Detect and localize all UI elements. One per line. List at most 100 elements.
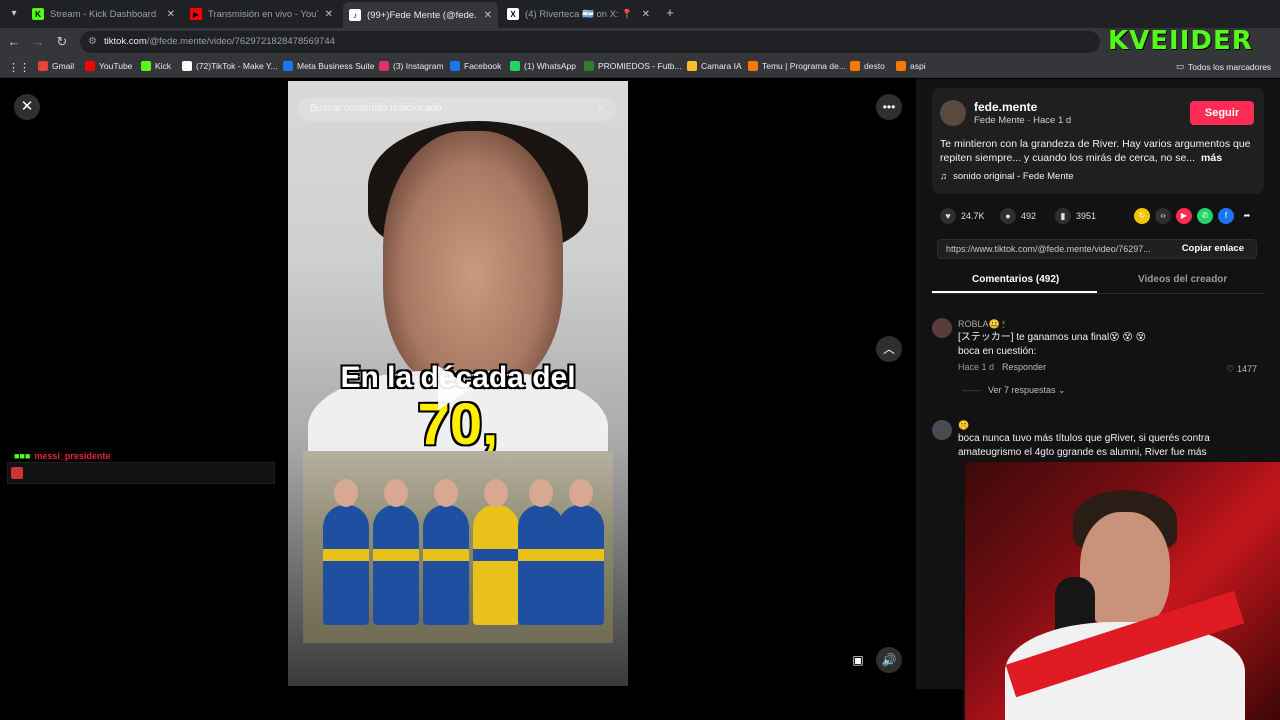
bookmark-item[interactable]: Camara IA	[687, 61, 742, 71]
like-button[interactable]: ♥ 24.7K	[940, 208, 985, 224]
bookmark-item[interactable]: desto	[850, 61, 885, 71]
browser-tab-strip: ▾ K Stream - Kick Dashboard ✕ ▶ Transmisión …	[0, 0, 1280, 28]
tab-close-icon[interactable]: ✕	[167, 9, 175, 20]
bookmark-item[interactable]: YouTube	[85, 61, 132, 71]
reply-link[interactable]: Responder	[1002, 362, 1046, 372]
forward-icon[interactable]: →	[30, 34, 46, 50]
post-link[interactable]: https://www.tiktok.com/@fede.mente/video…	[946, 244, 1172, 254]
author-avatar[interactable]	[940, 100, 966, 126]
repost-icon[interactable]: ↻	[1134, 208, 1150, 224]
tab-title: (99+)Fede Mente (@fede.mente	[367, 9, 477, 21]
tab-creator-videos[interactable]: Videos del creador	[1138, 274, 1227, 285]
bookmark-label: Camara IA	[701, 61, 742, 71]
bookmark-favicon-icon	[748, 61, 758, 71]
follow-button[interactable]: Seguir	[1190, 101, 1254, 125]
search-icon[interactable]: ⌕	[598, 102, 604, 113]
bookmark-item[interactable]: Meta Business Suite	[283, 61, 374, 71]
tab-title: Stream - Kick Dashboard	[50, 8, 157, 20]
whatsapp-icon[interactable]: ✆	[1197, 208, 1213, 224]
bookmark-item[interactable]: PROMIEDOS - Futb...	[584, 61, 682, 71]
author-subtitle: Fede Mente · Hace 1 d	[974, 115, 1072, 126]
bookmark-label: aspi	[910, 61, 926, 71]
commenter-avatar[interactable]	[932, 420, 952, 440]
active-tab-indicator	[932, 291, 1097, 293]
bookmark-label: (1) WhatsApp	[524, 61, 576, 71]
browser-tab[interactable]: K Stream - Kick Dashboard ✕	[26, 4, 181, 24]
new-tab-button[interactable]: +	[662, 5, 678, 21]
bookmark-item[interactable]: Gmail	[38, 61, 74, 71]
bookmark-label: Temu | Programa de...	[762, 61, 846, 71]
reload-icon[interactable]: ↻	[54, 34, 70, 50]
bookmark-favicon-icon	[450, 61, 460, 71]
bookmark-item[interactable]: (1) WhatsApp	[510, 61, 576, 71]
tab-comments[interactable]: Comentarios (492)	[972, 274, 1059, 285]
more-link[interactable]: más	[1201, 152, 1222, 164]
commenter-avatar[interactable]	[932, 318, 952, 338]
back-icon[interactable]: ←	[6, 34, 22, 50]
facebook-icon[interactable]: f	[1218, 208, 1234, 224]
browser-tab[interactable]: X (4) Riverteca 🇦🇷 on X: 📍 Otro ✕	[501, 4, 656, 24]
browser-tab[interactable]: ▶ Transmisión en vivo - YouTube ✕	[184, 4, 339, 24]
tab-favicon-icon: ♪	[349, 9, 361, 21]
tab-search-icon[interactable]: ▾	[6, 6, 22, 22]
team-photo	[303, 451, 613, 643]
play-icon[interactable]	[438, 366, 472, 410]
comment-meta: Hace 1 d Responder	[958, 362, 1047, 372]
save-button[interactable]: ▮ 3951	[1055, 208, 1096, 224]
bottom-bar	[0, 689, 963, 720]
browser-tab[interactable]: ♪ (99+)Fede Mente (@fede.mente ✕	[343, 2, 498, 28]
share-icon[interactable]: ➦	[1239, 208, 1255, 224]
embed-icon[interactable]: ‹›	[1155, 208, 1171, 224]
heart-outline-icon: ♡	[1226, 364, 1237, 374]
bookmark-item[interactable]: Temu | Programa de...	[748, 61, 846, 71]
address-bar[interactable]: ⚙ tiktok.com/@fede.mente/video/762972182…	[80, 31, 1100, 53]
view-replies-link[interactable]: —— Ver 7 respuestas ⌄	[962, 385, 1066, 396]
comment-username[interactable]: 🤫	[958, 420, 969, 431]
apps-icon[interactable]: ⋮⋮	[8, 61, 30, 74]
comment-text-line: amateugrismo el 4gto ggrande es alumni, …	[958, 447, 1207, 458]
tab-close-icon[interactable]: ✕	[642, 9, 650, 20]
comment-icon: ●	[1000, 208, 1016, 224]
all-bookmarks-button[interactable]: ▭ Todos los marcadores	[1176, 61, 1271, 72]
tab-close-icon[interactable]: ✕	[325, 9, 333, 20]
bookmark-favicon-icon	[141, 61, 151, 71]
bookmark-label: Kick	[155, 61, 172, 71]
bookmark-item[interactable]: (72)TikTok - Make Y...	[182, 61, 278, 71]
bookmark-item[interactable]: aspi	[896, 61, 926, 71]
tab-close-icon[interactable]: ✕	[484, 10, 492, 21]
video-player[interactable]: Buscar contenido relacionado ⌕ En la déc…	[288, 81, 628, 686]
more-options-icon[interactable]: •••	[876, 94, 902, 120]
floating-player-icon[interactable]: ▣	[845, 647, 871, 673]
bookmark-favicon-icon	[850, 61, 860, 71]
channel-logo: KVEIIDER	[1108, 26, 1253, 56]
bookmark-favicon-icon	[182, 61, 192, 71]
previous-video-icon[interactable]: ︿	[876, 336, 902, 362]
tab-favicon-icon: K	[32, 8, 44, 20]
player-figure	[373, 479, 419, 625]
browser-toolbar: ← → ↻ ⚙ tiktok.com/@fede.mente/video/762…	[0, 28, 1280, 56]
author-name[interactable]: fede.mente	[974, 100, 1037, 114]
chat-message-box	[7, 462, 275, 484]
bookmarks-bar: ⋮⋮ Gmail YouTube Kick (72)TikTok - Make Y..…	[0, 56, 1280, 78]
comment-username[interactable]: ROBLA🤐 🕯	[958, 319, 1005, 330]
bookmark-item[interactable]: Kick	[141, 61, 171, 71]
bookmark-label: desto	[864, 61, 885, 71]
related-search-input[interactable]: Buscar contenido relacionado ⌕	[298, 97, 616, 121]
comment-button[interactable]: ● 492	[1000, 208, 1036, 224]
url-text: tiktok.com/@fede.mente/video/76297218284…	[104, 36, 335, 47]
close-video-button[interactable]: ✕	[14, 94, 40, 120]
volume-icon[interactable]: 🔊	[876, 647, 902, 673]
site-info-icon[interactable]: ⚙	[88, 36, 97, 47]
chat-badges-icon: ■■■	[14, 451, 31, 461]
comment-text-line: boca nunca tuvo más títulos que gRiver, …	[958, 433, 1210, 444]
tab-title: (4) Riverteca 🇦🇷 on X: 📍 Otro	[525, 8, 635, 20]
streamer-webcam	[963, 460, 1280, 720]
bookmark-item[interactable]: Facebook	[450, 61, 501, 71]
tab-favicon-icon: ▶	[190, 8, 202, 20]
bookmark-item[interactable]: (3) Instagram	[379, 61, 444, 71]
send-icon[interactable]: ▶	[1176, 208, 1192, 224]
comment-likes[interactable]: ♡ 1477	[1226, 364, 1257, 375]
copy-link-button[interactable]: Copiar enlace	[1182, 243, 1244, 254]
post-sound[interactable]: ♫ sonido original - Fede Mente	[940, 171, 1074, 182]
related-search-placeholder: Buscar contenido relacionado	[310, 103, 442, 114]
